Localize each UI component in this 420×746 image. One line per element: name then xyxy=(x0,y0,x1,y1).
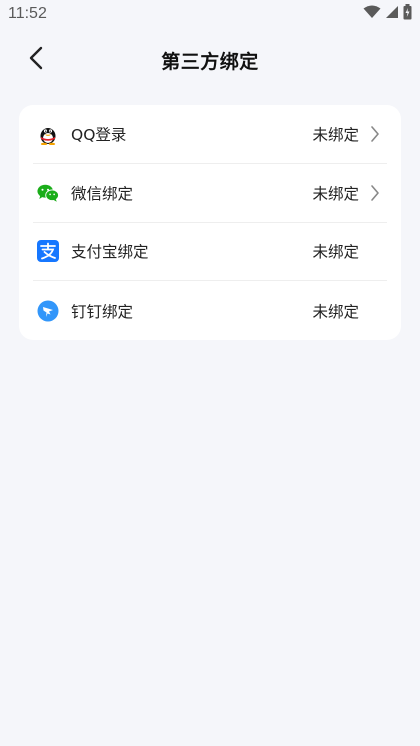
binding-status-wechat: 未绑定 xyxy=(312,184,359,203)
qq-icon xyxy=(37,123,59,145)
dingtalk-icon xyxy=(37,300,59,322)
back-arrow-icon xyxy=(28,46,44,74)
signal-icon xyxy=(385,5,399,24)
binding-status-dingtalk: 未绑定 xyxy=(312,302,359,321)
binding-row-wechat[interactable]: 微信绑定 未绑定 xyxy=(33,164,387,223)
battery-icon xyxy=(403,3,412,25)
status-icons xyxy=(363,3,412,25)
binding-status-qq: 未绑定 xyxy=(312,125,359,144)
chevron-right-icon xyxy=(369,124,381,144)
status-time: 11:52 xyxy=(8,5,47,22)
page-title: 第三方绑定 xyxy=(161,50,259,73)
binding-row-qq[interactable]: QQ登录 未绑定 xyxy=(33,105,387,164)
status-bar: 11:52 xyxy=(0,0,420,28)
binding-row-alipay[interactable]: 支付宝绑定 未绑定 xyxy=(33,223,387,282)
alipay-icon xyxy=(37,240,59,263)
header: 第三方绑定 xyxy=(0,28,420,92)
wechat-icon xyxy=(37,182,59,204)
wifi-icon xyxy=(363,5,381,24)
binding-list: QQ登录 未绑定 微信绑定 未绑定 支付宝绑定 未绑定 钉钉绑定 未绑定 xyxy=(19,105,401,340)
binding-row-dingtalk[interactable]: 钉钉绑定 未绑定 xyxy=(33,281,387,340)
back-button[interactable] xyxy=(22,46,50,74)
chevron-right-icon xyxy=(369,183,381,203)
binding-status-alipay: 未绑定 xyxy=(312,243,359,262)
